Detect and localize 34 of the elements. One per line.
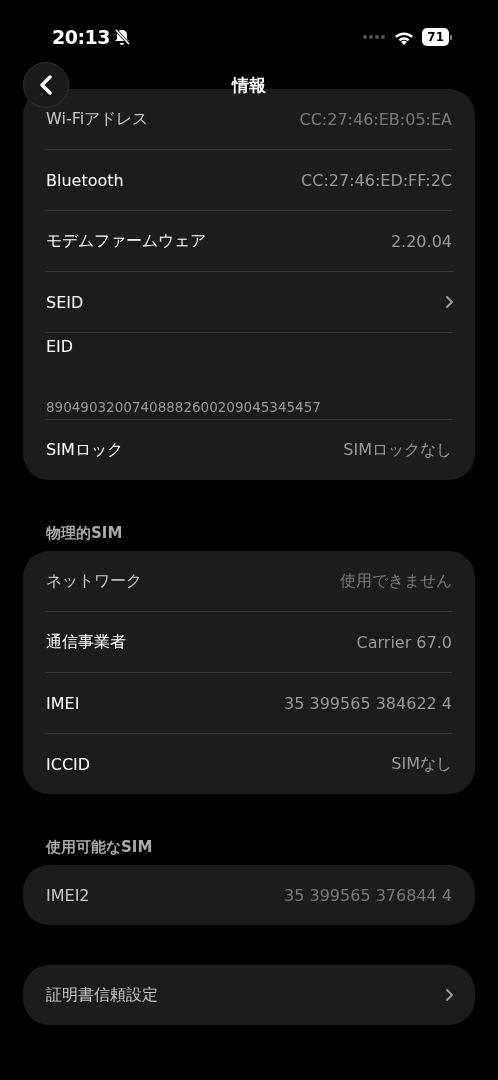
settings-row[interactable]: 証明書信頼設定 <box>46 965 454 1025</box>
clock: 20:13 <box>52 26 110 48</box>
row-value: 使用できません <box>340 570 452 592</box>
wifi-icon <box>394 29 415 45</box>
row-label: IMEI2 <box>46 885 91 905</box>
row-label: Bluetooth <box>46 170 125 190</box>
page-title: 情報 <box>232 73 266 97</box>
chevron-icon <box>445 295 454 309</box>
row-value: Carrier 67.0 <box>356 632 452 652</box>
section-header: 使用可能なSIM <box>44 838 154 858</box>
bell-off-icon <box>113 28 131 46</box>
chevron-icon <box>445 988 454 1002</box>
row-label: EID <box>46 337 74 358</box>
row-label: 通信事業者 <box>46 631 127 653</box>
row-label: ICCID <box>46 754 92 774</box>
row-label: SIMロック <box>46 439 124 461</box>
row-value: CC:27:46:EB:05:EA <box>299 109 452 129</box>
row-value: 35 399565 384622 4 <box>284 693 452 713</box>
battery-level: 71 <box>422 28 449 46</box>
row-label: ネットワーク <box>46 570 143 592</box>
row-value: 89049032007408882600209045345457 <box>46 399 321 415</box>
row-value: SIMなし <box>391 753 452 775</box>
row-label: IMEI <box>46 693 81 713</box>
row-value: 35 399565 376844 4 <box>284 885 452 905</box>
back-icon <box>39 75 53 95</box>
settings-row[interactable]: SEID <box>46 271 454 332</box>
row-value: 2.20.04 <box>390 231 452 251</box>
row-label: Wi-Fiアドレス <box>46 108 150 130</box>
row-value: CC:27:46:ED:FF:2C <box>301 170 452 190</box>
section-header: 物理的SIM <box>44 524 124 544</box>
row-value: SIMロックなし <box>343 439 452 461</box>
back-button[interactable] <box>23 62 69 108</box>
signal-icon <box>362 34 387 40</box>
row-label: モデムファームウェア <box>46 230 207 252</box>
